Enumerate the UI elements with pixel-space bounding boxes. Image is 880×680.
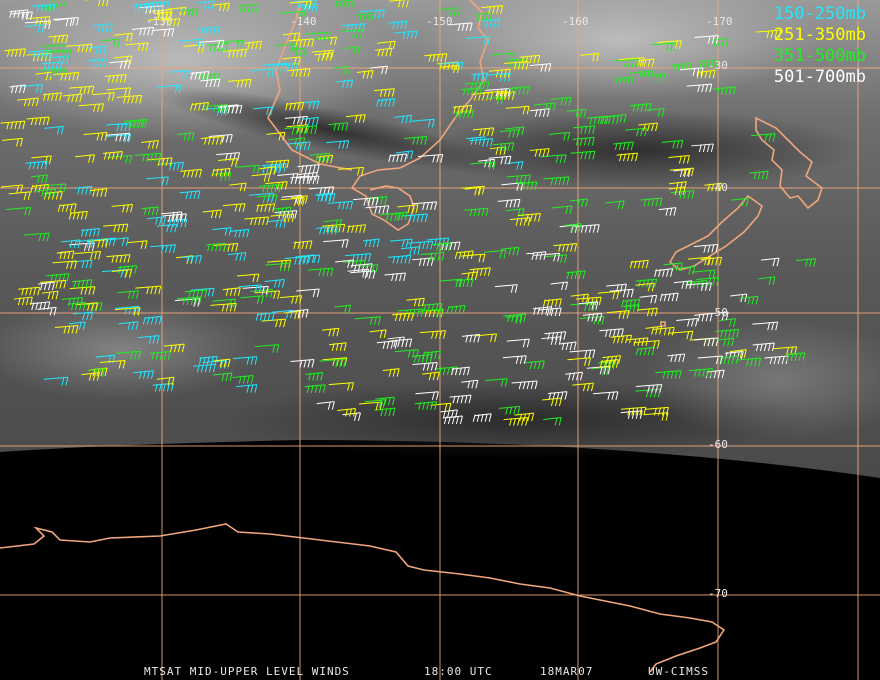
caption-product: MTSAT MID-UPPER LEVEL WINDS [144, 665, 350, 678]
caption-time: 18:00 UTC [424, 665, 493, 678]
lat-label-40: -40 [708, 181, 728, 194]
lon-label-150: -150 [426, 15, 453, 28]
lon-label-130: -130 [146, 15, 173, 28]
legend-item-150-250: 150-250mb [773, 4, 866, 24]
lon-label-160: -160 [562, 15, 589, 28]
caption-source: UW-CIMSS [648, 665, 709, 678]
lon-label-170: -170 [706, 15, 733, 28]
legend-item-351-500: 351-500mb [773, 46, 866, 66]
pressure-legend: 150-250mb 251-350mb 351-500mb 501-700mb [774, 4, 866, 88]
lat-label-70: -70 [708, 587, 728, 600]
map-canvas [0, 0, 880, 680]
caption-date: 18MAR07 [540, 665, 594, 678]
legend-item-501-700: 501-700mb [773, 67, 866, 87]
lat-label-50: -50 [708, 306, 728, 319]
lon-label-140: -140 [290, 15, 317, 28]
lat-label-30: -30 [708, 59, 728, 72]
satellite-wind-map: -130 -140 -150 -160 -170 -30 -40 -50 -60… [0, 0, 880, 680]
antarctica-coast [0, 523, 726, 673]
lat-label-60: -60 [708, 438, 728, 451]
legend-item-251-350: 251-350mb [773, 25, 866, 45]
